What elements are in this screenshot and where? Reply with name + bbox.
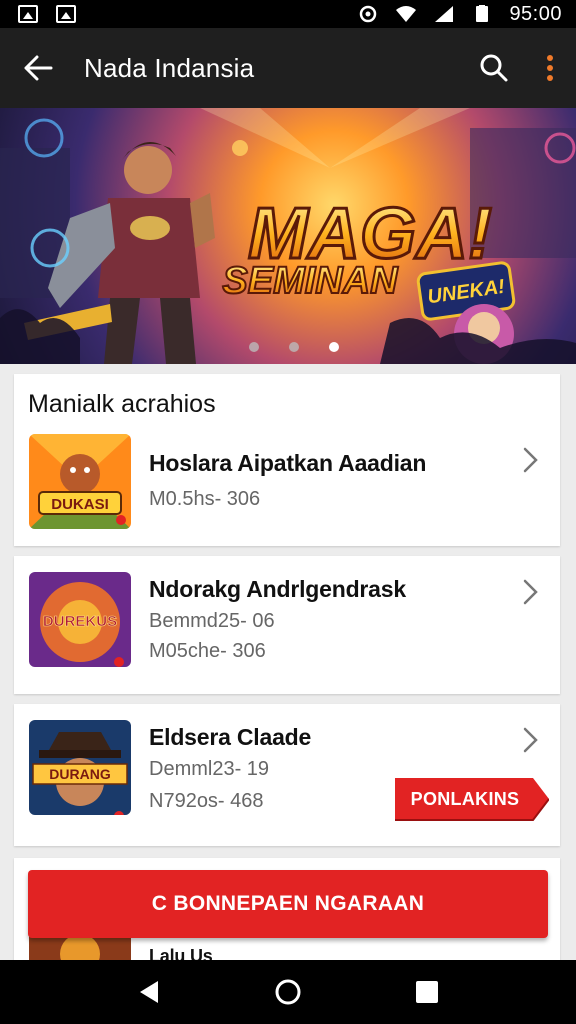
banner-artwork: MAGA! SEMINAN UNEKA! xyxy=(0,108,576,364)
game-title-2: Ndorakg Andrlgendrask xyxy=(149,576,406,602)
search-icon xyxy=(480,54,508,82)
nav-back-button[interactable] xyxy=(129,972,169,1012)
game-title-1: Hoslara Aipatkan Aaadian xyxy=(149,450,427,476)
notification-image-icon xyxy=(56,5,76,23)
game-subtitle-2b: M05che- 306 xyxy=(149,640,266,662)
signal-icon xyxy=(435,6,454,22)
game-thumbnail-1: DUKASI xyxy=(29,434,131,529)
carousel-dot-active[interactable] xyxy=(329,342,339,352)
game-thumbnail-3: DURANG xyxy=(29,720,131,815)
banner-carousel[interactable]: MAGA! SEMINAN UNEKA! xyxy=(0,108,576,364)
nav-recents-button[interactable] xyxy=(407,972,447,1012)
game-subtitle-3: Demml23- 19 xyxy=(149,758,270,780)
back-button[interactable] xyxy=(0,28,76,108)
carousel-dot[interactable] xyxy=(289,342,299,352)
section-header: Manialk acrahios xyxy=(28,390,216,418)
game-subtitle-1: M0.5hs- 306 xyxy=(149,488,261,510)
chevron-right-icon xyxy=(523,727,538,753)
notification-photo-icon xyxy=(18,5,38,23)
svg-text:DUREKUS: DUREKUS xyxy=(43,613,117,630)
carousel-indicator xyxy=(0,342,576,352)
svg-text:DURANG: DURANG xyxy=(49,766,111,782)
more-options-button[interactable] xyxy=(524,28,576,108)
square-recents-icon xyxy=(415,981,438,1003)
banner-subhead: SEMINAN xyxy=(222,260,399,302)
game-list-item-2[interactable]: DUREKUS Ndorakg Andrlgendrask Bemmd25- 0… xyxy=(14,556,560,694)
promo-tag-button[interactable]: PONLAKINS xyxy=(395,776,549,822)
chevron-right-icon xyxy=(523,579,538,605)
carousel-dot[interactable] xyxy=(249,342,259,352)
arrow-left-icon xyxy=(24,55,53,81)
data-saver-icon xyxy=(360,5,377,23)
game-list-item-1[interactable]: Manialk acrahios DUKASI Hoslara Aipatkan… xyxy=(14,374,560,546)
cta-button[interactable]: C BONNEPAEN NGARAAN xyxy=(28,870,548,938)
svg-text:DUKASI: DUKASI xyxy=(51,496,109,513)
app-bar: Nada Indansia xyxy=(0,28,576,108)
battery-icon xyxy=(476,5,489,22)
more-vert-icon xyxy=(547,55,553,81)
triangle-back-icon xyxy=(140,981,159,1003)
game-subtitle-3b: N792os- 468 xyxy=(149,790,264,812)
status-time: 95:00 xyxy=(509,2,562,25)
game-list-item-3[interactable]: DURANG Eldsera Claade Demml23- 19 N792os… xyxy=(14,704,560,846)
wifi-icon xyxy=(396,6,417,22)
game-thumbnail-2: DUREKUS xyxy=(29,572,131,667)
search-button[interactable] xyxy=(464,28,524,108)
nav-home-button[interactable] xyxy=(268,972,308,1012)
promo-tag-label: PONLAKINS xyxy=(410,789,520,809)
system-nav-bar xyxy=(0,960,576,1024)
status-bar: 95:00 xyxy=(0,0,576,28)
game-subtitle-2: Bemmd25- 06 xyxy=(149,610,275,632)
game-title-3: Eldsera Claade xyxy=(149,724,312,750)
app-title: Nada Indansia xyxy=(84,52,255,83)
circle-home-icon xyxy=(275,979,301,1005)
chevron-right-icon xyxy=(523,447,538,473)
